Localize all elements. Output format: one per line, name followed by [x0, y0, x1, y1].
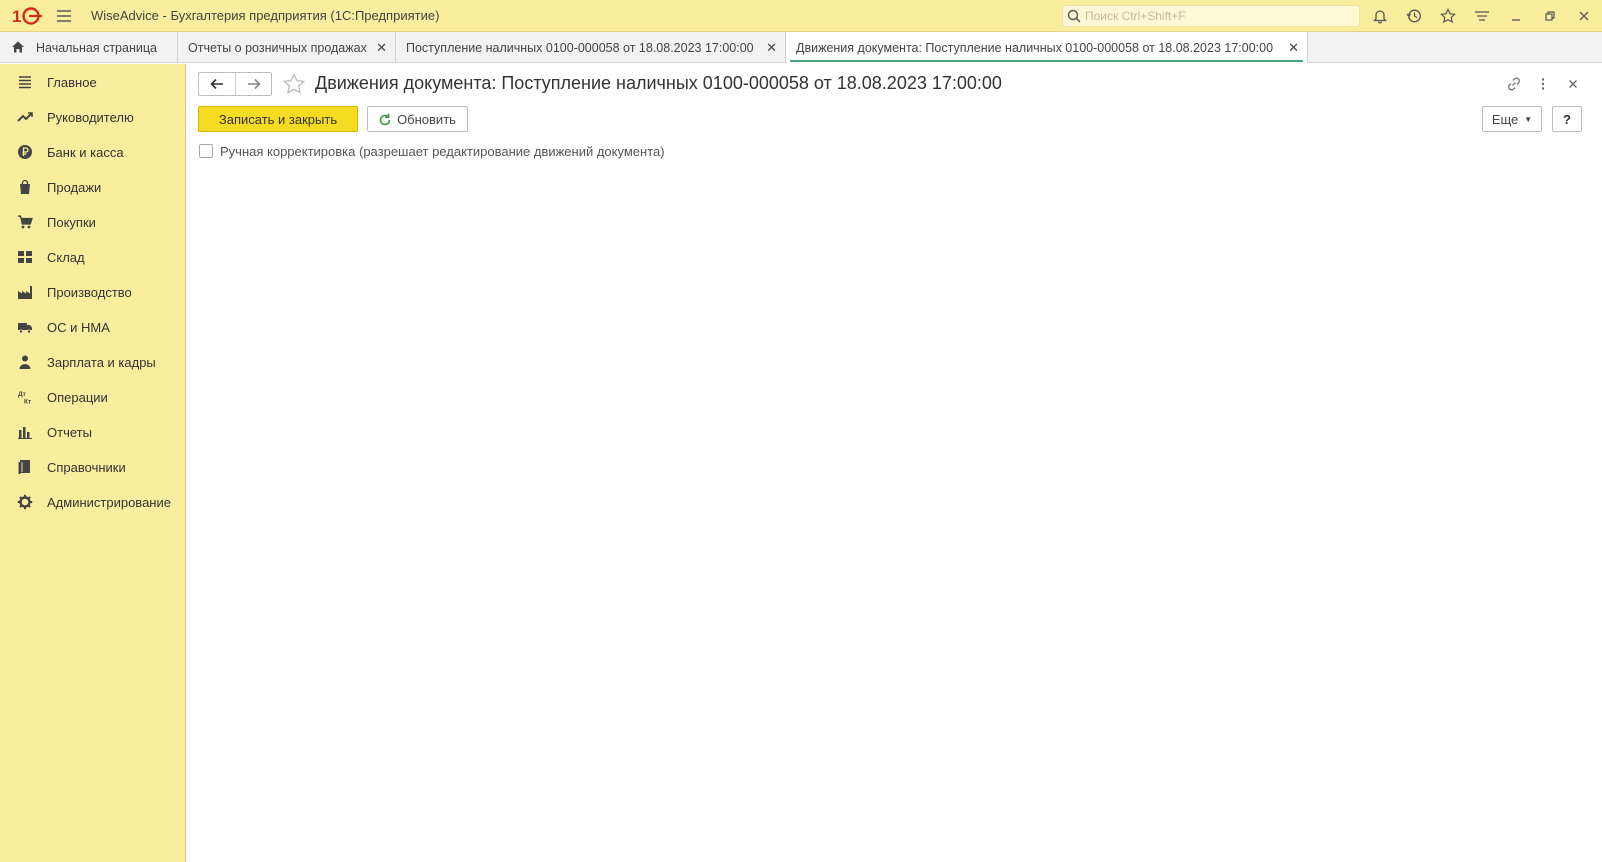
- forward-arrow-icon[interactable]: [235, 73, 271, 95]
- tab-label: Начальная страница: [36, 40, 157, 55]
- favorite-star-icon[interactable]: [282, 72, 306, 99]
- manual-correction-label[interactable]: Ручная корректировка (разрешает редактир…: [220, 144, 665, 159]
- more-vertical-icon[interactable]: [1533, 74, 1553, 94]
- sidebar-item-reports[interactable]: Отчеты: [0, 417, 185, 447]
- page-title: Движения документа: Поступление наличных…: [315, 73, 1002, 93]
- ruble-icon: [17, 144, 33, 160]
- close-form-icon[interactable]: [1563, 74, 1583, 94]
- tab-close-icon[interactable]: ✕: [766, 40, 777, 56]
- more-label: Еще: [1491, 111, 1519, 127]
- tab-cash-receipt[interactable]: Поступление наличных 0100-000058 от 18.0…: [396, 32, 786, 63]
- trend-icon: [17, 109, 33, 125]
- person-icon: [17, 354, 33, 370]
- home-icon: [11, 40, 25, 57]
- link-icon[interactable]: [1504, 74, 1524, 94]
- refresh-label: Обновить: [397, 111, 456, 127]
- logo-1c: 1: [12, 6, 44, 26]
- refresh-button[interactable]: Обновить: [367, 106, 468, 132]
- svg-text:Дт: Дт: [18, 391, 26, 398]
- dt-kt-icon: Дт Кт: [17, 389, 33, 405]
- sidebar-item-bank[interactable]: Банк и касса: [0, 137, 185, 167]
- warehouse-icon: [17, 249, 33, 265]
- history-nav: [198, 72, 272, 96]
- tab-close-icon[interactable]: ✕: [1288, 40, 1299, 56]
- sidebar-item-main[interactable]: Главное: [0, 67, 185, 97]
- search-box[interactable]: [1062, 5, 1360, 27]
- sidebar-item-catalogs[interactable]: Справочники: [0, 452, 185, 482]
- sidebar: Главное Руководителю Банк и касса Продаж…: [0, 64, 186, 862]
- tab-home[interactable]: Начальная страница: [0, 32, 178, 63]
- manual-correction-checkbox[interactable]: [199, 144, 213, 158]
- save-and-close-button[interactable]: Записать и закрыть: [198, 106, 358, 132]
- tab-close-icon[interactable]: ✕: [376, 40, 387, 56]
- tab-label: Отчеты о розничных продажах: [188, 40, 367, 55]
- help-button[interactable]: ?: [1552, 106, 1582, 132]
- books-icon: [17, 459, 33, 475]
- filter-lines-icon[interactable]: [1472, 7, 1492, 25]
- tab-bar: Начальная страница Отчеты о розничных пр…: [0, 32, 1602, 63]
- refresh-icon: [378, 113, 392, 130]
- app-title: WiseAdvice - Бухгалтерия предприятия (1С…: [91, 8, 440, 23]
- search-input[interactable]: [1085, 6, 1345, 26]
- title-bar: 1 WiseAdvice - Бухгалтерия предприятия (…: [0, 0, 1602, 32]
- back-arrow-icon[interactable]: [199, 73, 235, 95]
- minimize-icon[interactable]: [1506, 7, 1526, 25]
- bar-chart-icon: [17, 424, 33, 440]
- search-icon: [1067, 9, 1081, 26]
- svg-text:1: 1: [12, 7, 21, 26]
- sidebar-item-manager[interactable]: Руководителю: [0, 102, 185, 132]
- sidebar-item-warehouse[interactable]: Склад: [0, 242, 185, 272]
- more-button[interactable]: Еще ▼: [1482, 106, 1542, 132]
- sidebar-item-production[interactable]: Производство: [0, 277, 185, 307]
- history-icon[interactable]: [1404, 7, 1424, 25]
- bag-icon: [17, 179, 33, 195]
- tab-label: Поступление наличных 0100-000058 от 18.0…: [406, 40, 754, 55]
- factory-icon: [17, 284, 33, 300]
- favorites-star-icon[interactable]: [1438, 7, 1458, 25]
- cart-icon: [17, 214, 33, 230]
- bell-icon[interactable]: [1370, 7, 1390, 25]
- sidebar-item-admin[interactable]: Администрирование: [0, 487, 185, 517]
- chevron-down-icon: ▼: [1524, 114, 1533, 124]
- manual-correction-row: Ручная корректировка (разрешает редактир…: [199, 142, 665, 160]
- tab-label: Движения документа: Поступление наличных…: [796, 40, 1274, 55]
- truck-icon: [17, 319, 33, 335]
- sidebar-item-payroll[interactable]: Зарплата и кадры: [0, 347, 185, 377]
- svg-text:Кт: Кт: [24, 399, 31, 406]
- tab-retail-reports[interactable]: Отчеты о розничных продажах ✕: [178, 32, 396, 63]
- hamburger-menu-icon[interactable]: [54, 7, 74, 25]
- close-window-icon[interactable]: [1574, 7, 1594, 25]
- restore-icon[interactable]: [1540, 7, 1560, 25]
- sidebar-item-purchases[interactable]: Покупки: [0, 207, 185, 237]
- menu-lines-icon: [17, 74, 33, 90]
- sidebar-item-operations[interactable]: Дт Кт Операции: [0, 382, 185, 412]
- sidebar-item-sales[interactable]: Продажи: [0, 172, 185, 202]
- tab-document-movements[interactable]: Движения документа: Поступление наличных…: [786, 32, 1308, 63]
- sidebar-item-fixed-assets[interactable]: ОС и НМА: [0, 312, 185, 342]
- document-movements-form: Движения документа: Поступление наличных…: [186, 64, 1602, 862]
- gear-icon: [17, 494, 33, 510]
